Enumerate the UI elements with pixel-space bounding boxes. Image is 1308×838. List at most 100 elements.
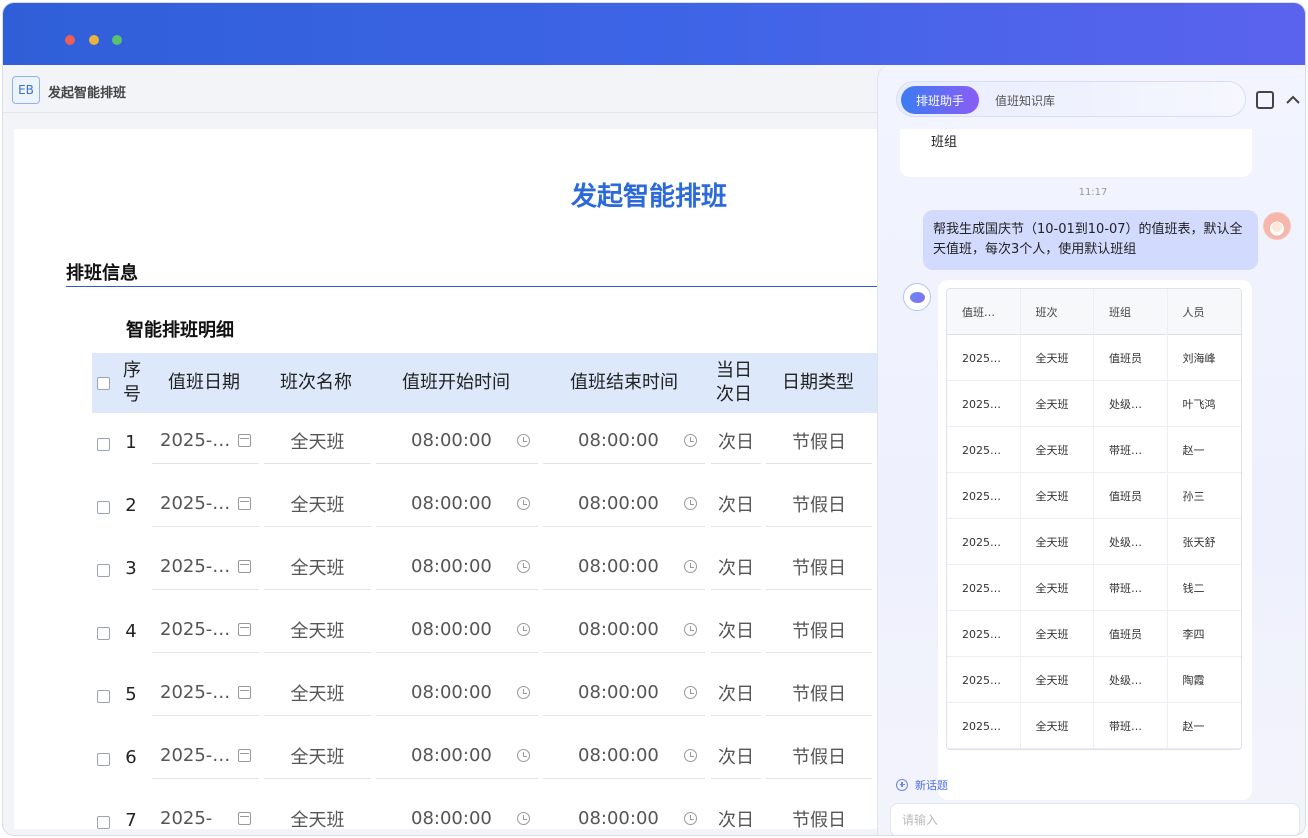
- result-column-team: 班组: [1094, 289, 1168, 335]
- end-time-picker[interactable]: 08:00:00: [543, 418, 705, 464]
- result-column-person: 人员: [1182, 306, 1205, 319]
- day-select[interactable]: 次日: [711, 418, 761, 464]
- chat-input[interactable]: [890, 803, 1300, 835]
- tab-scheduling-assistant[interactable]: 排班助手: [901, 86, 979, 114]
- new-topic-button[interactable]: 新话题: [896, 777, 948, 793]
- shift-select[interactable]: 全天班: [264, 481, 371, 527]
- date-type-select[interactable]: 节假日: [766, 418, 872, 464]
- date-type-select[interactable]: 节假日: [766, 607, 872, 653]
- date-picker[interactable]: 2025-…: [152, 733, 259, 779]
- row-checkbox[interactable]: [97, 564, 110, 577]
- date-picker[interactable]: 2025-…: [152, 418, 259, 464]
- row-checkbox[interactable]: [97, 816, 110, 829]
- assistant-response-card: 值班… 班次 班组 人员 2025… 全天班 值班员 刘海峰 2025… 全天班…: [938, 280, 1252, 800]
- date-value: 2025-: [160, 808, 213, 829]
- start-time-value: 08:00:00: [411, 493, 492, 514]
- column-header-end: 值班结束时间: [570, 372, 678, 393]
- result-column-shift: 班次: [1021, 289, 1094, 335]
- day-select[interactable]: 次日: [711, 670, 761, 716]
- date-picker[interactable]: 2025-…: [152, 607, 259, 653]
- end-time-value: 08:00:00: [578, 682, 659, 703]
- end-time-value: 08:00:00: [578, 430, 659, 451]
- clock-icon: [684, 686, 697, 699]
- day-select[interactable]: 次日: [711, 544, 761, 590]
- table-row: 5 2025-… 全天班 08:00:00 08:00:00 次日 节假日: [92, 670, 892, 733]
- table-row: 1 2025-… 全天班 08:00:00 08:00:00 次日 节假日: [92, 418, 892, 481]
- date-picker[interactable]: 2025-: [152, 796, 259, 829]
- date-value: 2025-…: [160, 619, 231, 640]
- date-type-select[interactable]: 节假日: [766, 670, 872, 716]
- row-number: 5: [125, 684, 137, 705]
- date-type-select[interactable]: 节假日: [766, 544, 872, 590]
- calendar-icon: [238, 497, 251, 510]
- row-number: 4: [125, 621, 137, 642]
- start-time-picker[interactable]: 08:00:00: [376, 544, 538, 590]
- start-time-picker[interactable]: 08:00:00: [376, 481, 538, 527]
- clock-icon: [684, 812, 697, 825]
- table-row: 4 2025-… 全天班 08:00:00 08:00:00 次日 节假日: [92, 607, 892, 670]
- result-cell: 2025…: [947, 657, 1021, 703]
- date-type-value: 节假日: [792, 683, 846, 705]
- clock-icon: [517, 497, 530, 510]
- date-picker[interactable]: 2025-…: [152, 544, 259, 590]
- row-checkbox[interactable]: [97, 753, 110, 766]
- date-type-select[interactable]: 节假日: [766, 733, 872, 779]
- day-select[interactable]: 次日: [711, 607, 761, 653]
- start-time-picker[interactable]: 08:00:00: [376, 733, 538, 779]
- result-cell: 带班…: [1094, 427, 1168, 473]
- end-time-picker[interactable]: 08:00:00: [543, 796, 705, 829]
- result-table-row: 2025… 全天班 值班员 孙三: [947, 473, 1241, 519]
- start-time-picker[interactable]: 08:00:00: [376, 670, 538, 716]
- end-time-picker[interactable]: 08:00:00: [543, 607, 705, 653]
- end-time-picker[interactable]: 08:00:00: [543, 733, 705, 779]
- column-header-date: 值班日期: [168, 372, 240, 393]
- maximize-window-dot[interactable]: [112, 35, 122, 45]
- result-cell: 钱二: [1182, 582, 1205, 595]
- end-time-picker[interactable]: 08:00:00: [543, 544, 705, 590]
- chevron-up-icon[interactable]: [1284, 91, 1302, 109]
- start-time-picker[interactable]: 08:00:00: [376, 418, 538, 464]
- user-avatar: [1263, 212, 1291, 240]
- app-window: EB 发起智能排班 发起智能排班 排班信息 智能排班明细 序号 值班日期 班次名…: [2, 2, 1306, 836]
- result-cell: 孙三: [1182, 490, 1205, 503]
- shift-select[interactable]: 全天班: [264, 796, 371, 830]
- day-select[interactable]: 次日: [711, 733, 761, 779]
- date-type-select[interactable]: 节假日: [766, 481, 872, 527]
- end-time-picker[interactable]: 08:00:00: [543, 670, 705, 716]
- minimize-window-dot[interactable]: [89, 35, 99, 45]
- tab-duty-knowledge-base[interactable]: 值班知识库: [995, 92, 1055, 109]
- row-checkbox[interactable]: [97, 627, 110, 640]
- fullscreen-icon[interactable]: [1256, 91, 1274, 109]
- close-window-dot[interactable]: [65, 35, 75, 45]
- day-value: 次日: [718, 557, 754, 579]
- table-row: 3 2025-… 全天班 08:00:00 08:00:00 次日 节假日: [92, 544, 892, 607]
- day-select[interactable]: 次日: [711, 481, 761, 527]
- select-all-checkbox[interactable]: [97, 377, 110, 390]
- day-select[interactable]: 次日: [711, 796, 761, 830]
- row-checkbox[interactable]: [97, 690, 110, 703]
- shift-value: 全天班: [290, 809, 345, 830]
- end-time-picker[interactable]: 08:00:00: [543, 481, 705, 527]
- shift-select[interactable]: 全天班: [264, 418, 371, 464]
- result-cell: 2025…: [947, 565, 1021, 611]
- shift-select[interactable]: 全天班: [264, 607, 371, 653]
- day-value: 次日: [718, 683, 754, 705]
- start-time-picker[interactable]: 08:00:00: [376, 796, 538, 829]
- date-picker[interactable]: 2025-…: [152, 670, 259, 716]
- date-picker[interactable]: 2025-…: [152, 481, 259, 527]
- shift-select[interactable]: 全天班: [264, 544, 371, 590]
- start-time-value: 08:00:00: [411, 430, 492, 451]
- date-type-select[interactable]: 节假日: [766, 796, 872, 830]
- result-cell: 刘海峰: [1182, 352, 1216, 365]
- column-header-no: 序号: [123, 360, 141, 405]
- shift-select[interactable]: 全天班: [264, 733, 371, 779]
- row-checkbox[interactable]: [97, 501, 110, 514]
- shift-select[interactable]: 全天班: [264, 670, 371, 716]
- start-time-picker[interactable]: 08:00:00: [376, 607, 538, 653]
- date-type-value: 节假日: [792, 431, 846, 453]
- result-table-row: 2025… 全天班 处级… 陶霞: [947, 657, 1241, 703]
- date-value: 2025-…: [160, 682, 231, 703]
- row-checkbox[interactable]: [97, 438, 110, 451]
- result-cell: 全天班: [1021, 657, 1094, 703]
- result-cell: 全天班: [1021, 611, 1094, 657]
